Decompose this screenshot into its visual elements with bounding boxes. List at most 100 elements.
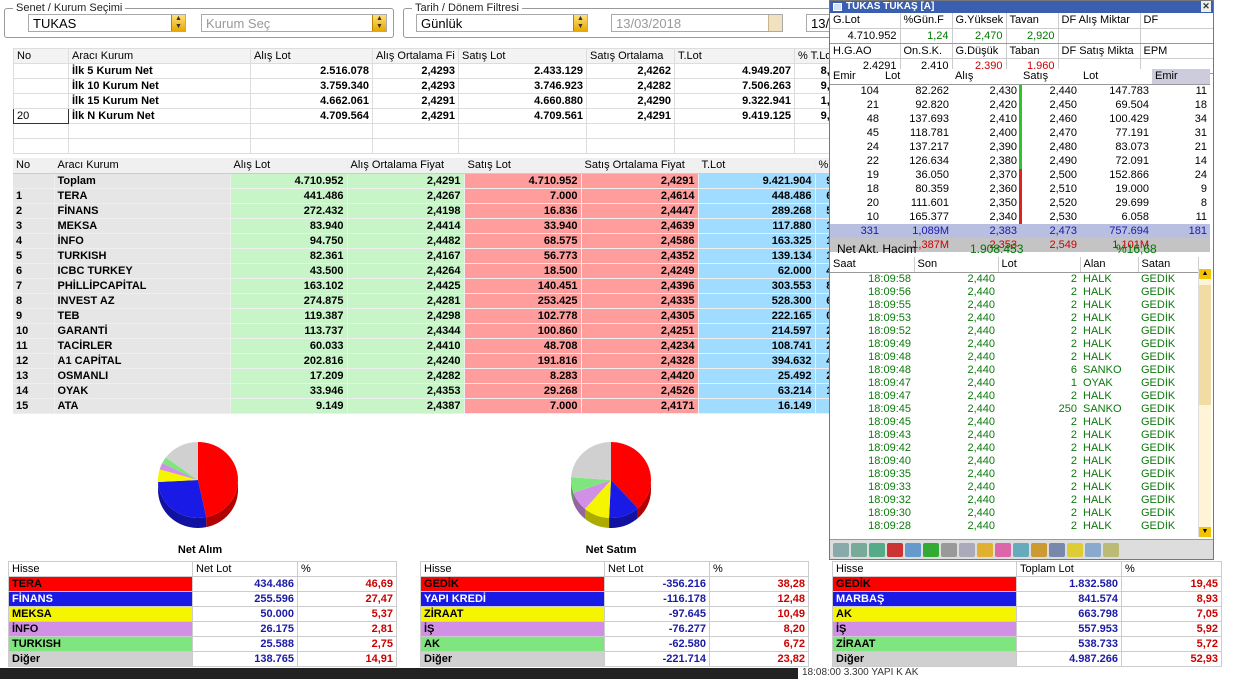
row-no[interactable] <box>13 93 69 109</box>
ob-row[interactable]: 19 36.050 2,370 2,500 152.866 24 <box>830 168 1210 182</box>
stock-row[interactable]: Diğer 4.987.266 52,93 <box>832 651 1222 667</box>
kurum-select[interactable]: Kurum Seç ▲ ▼ <box>201 14 387 32</box>
broker-row[interactable]: 14OYAK33.9462,435329.2682,452663.2141,2 <box>13 383 846 399</box>
stock-row[interactable]: Diğer 138.765 14,91 <box>8 651 397 667</box>
trade-row[interactable]: 18:09:48 2,440 2 HALK GEDİK <box>830 351 1198 364</box>
col-header[interactable]: Satış Ortalama Fiyat <box>581 158 699 174</box>
trades-header[interactable]: Saat <box>830 257 915 273</box>
ob-header[interactable]: Alış <box>952 69 1020 85</box>
document-icon[interactable] <box>941 542 957 557</box>
trade-row[interactable]: 18:09:45 2,440 2 HALK GEDİK <box>830 416 1198 429</box>
ob-header[interactable]: Emir <box>1152 69 1210 85</box>
stock-row[interactable]: İNFO 26.175 2,81 <box>8 621 397 637</box>
col-header[interactable]: Satış Lot <box>458 48 587 64</box>
trade-row[interactable]: 18:09:56 2,440 2 HALK GEDİK <box>830 286 1198 299</box>
tools-icon[interactable] <box>1031 542 1047 557</box>
pie-slice-5[interactable] <box>571 442 611 480</box>
user-icon[interactable] <box>1085 542 1101 557</box>
col-header[interactable]: Aracı Kurum <box>68 48 251 64</box>
ob-row[interactable]: 10 165.377 2,340 2,530 6.058 11 <box>830 210 1210 224</box>
m-icon[interactable] <box>887 542 903 557</box>
trades-header[interactable]: Alan <box>1080 257 1139 273</box>
chevron-down-icon[interactable]: ▲ ▼ <box>372 15 386 31</box>
broker-row[interactable]: 9TEB119.3872,4298102.7782,4305222.1650,8 <box>13 308 846 324</box>
chart-icon[interactable] <box>833 542 849 557</box>
col-header[interactable]: T.Lot <box>674 48 795 64</box>
depth-title-bar[interactable]: TUKAS TUKAŞ [A] ✕ <box>830 1 1213 13</box>
up-arrow-icon[interactable] <box>923 542 939 557</box>
ob-header[interactable]: Lot <box>1080 69 1152 85</box>
total-row[interactable]: Toplam 4.710.952 2,4291 4.710.952 2,4291 9.42… <box>13 173 846 189</box>
broker-row[interactable]: 5TURKISH82.3612,416756.7732,4352139.1341… <box>13 248 846 264</box>
stock-row[interactable]: GEDİK -356.216 38,28 <box>420 576 809 592</box>
stock-row[interactable]: MEKSA 50.000 5,37 <box>8 606 397 622</box>
orbit-icon[interactable] <box>1013 542 1029 557</box>
stripes-icon[interactable] <box>1067 542 1083 557</box>
broker-row[interactable]: 3MEKSA83.9402,441433.9402,4639117.8801,2 <box>13 218 846 234</box>
ob-row[interactable]: 45 118.781 2,400 2,470 77.191 31 <box>830 126 1210 140</box>
trade-row[interactable]: 18:09:55 2,440 2 HALK GEDİK <box>830 299 1198 312</box>
trade-row[interactable]: 18:09:58 2,440 2 HALK GEDİK <box>830 272 1198 286</box>
summary-row[interactable]: İlk 10 Kurum Net 3.759.340 2,4293 3.746.923… <box>13 78 846 94</box>
trade-row[interactable]: 18:09:53 2,440 2 HALK GEDİK <box>830 312 1198 325</box>
ob-header[interactable]: Satış <box>1020 69 1080 85</box>
col-header[interactable]: Alış Ortalama Fi <box>372 48 459 64</box>
stock-row[interactable]: Diğer -221.714 23,82 <box>420 651 809 667</box>
close-icon[interactable]: ✕ <box>1201 1 1211 12</box>
col-header[interactable]: Alış Lot <box>250 48 373 64</box>
period-select[interactable]: Günlük ▲ ▼ <box>416 14 588 32</box>
col-header[interactable]: Satış Lot <box>464 158 582 174</box>
stock-row[interactable]: ZİRAAT 538.733 5,72 <box>832 636 1222 652</box>
scroll-thumb[interactable] <box>1199 285 1211 405</box>
col-header[interactable]: Hisse <box>832 561 1017 577</box>
stock-row[interactable]: TURKISH 25.588 2,75 <box>8 636 397 652</box>
broker-row[interactable]: 1TERA441.4862,42677.0002,4614448.4866,4 <box>13 188 846 204</box>
trades-header[interactable]: Satan <box>1138 257 1199 273</box>
col-header[interactable]: Toplam Lot <box>1016 561 1122 577</box>
col-header[interactable]: Aracı Kurum <box>54 158 231 174</box>
col-header[interactable]: % <box>709 561 809 577</box>
ob-row[interactable]: 24 137.217 2,390 2,480 83.073 21 <box>830 140 1210 154</box>
stock-row[interactable]: FİNANS 255.596 27,47 <box>8 591 397 607</box>
trade-row[interactable]: 18:09:28 2,440 2 HALK GEDİK <box>830 520 1198 533</box>
row-no[interactable]: 20 <box>13 108 69 124</box>
col-header[interactable]: Satış Ortalama <box>586 48 675 64</box>
col-header[interactable]: Alış Lot <box>230 158 348 174</box>
ob-header[interactable]: Lot <box>882 69 952 85</box>
broker-row[interactable]: 2FİNANS272.4322,419816.8362,4447289.2685… <box>13 203 846 219</box>
group-icon[interactable] <box>869 542 885 557</box>
stock-row[interactable]: MARBAŞ 841.574 8,93 <box>832 591 1222 607</box>
summary-row[interactable]: 20 İlk N Kurum Net 4.709.564 2,4291 4.709.56… <box>13 108 846 124</box>
summary-row[interactable]: İlk 15 Kurum Net 4.662.061 2,4291 4.660.880… <box>13 93 846 109</box>
broker-row[interactable]: 10 GARANTİ 113.737 2,4344 100.860 2,4251 214.5… <box>13 323 846 339</box>
col-header[interactable]: % <box>297 561 397 577</box>
chevron-down-icon[interactable]: ▲ ▼ <box>573 15 587 31</box>
stock-row[interactable]: İŞ 557.953 5,92 <box>832 621 1222 637</box>
date-picker[interactable]: 13/03/2018 <box>611 14 783 32</box>
summary-row[interactable]: İlk 5 Kurum Net 2.516.078 2,4293 2.433.129 2… <box>13 63 846 79</box>
col-header[interactable]: Hisse <box>420 561 605 577</box>
trade-row[interactable]: 18:09:30 2,440 2 HALK GEDİK <box>830 507 1198 520</box>
ob-row[interactable]: 20 111.601 2,350 2,520 29.699 8 <box>830 196 1210 210</box>
broker-row[interactable]: 8 INVEST AZ 274.875 2,4281 253.425 2,4335 528.… <box>13 293 846 309</box>
broker-row[interactable]: 4İNFO94.7502,448268.5752,4586163.3251,3 <box>13 233 846 249</box>
ob-row[interactable]: 22 126.634 2,380 2,490 72.091 14 <box>830 154 1210 168</box>
chevron-down-icon[interactable]: ▲ ▼ <box>171 15 185 31</box>
stock-row[interactable]: ZİRAAT -97.645 10,49 <box>420 606 809 622</box>
stock-row[interactable]: AK 663.798 7,05 <box>832 606 1222 622</box>
broker-row[interactable]: 6 ICBC TURKEY 43.500 2,4264 18.500 2,4249 62.0… <box>13 263 846 279</box>
trade-row[interactable]: 18:09:47 2,440 1 OYAK GEDİK <box>830 377 1198 390</box>
trade-row[interactable]: 18:09:42 2,440 2 HALK GEDİK <box>830 442 1198 455</box>
trades-header[interactable]: Lot <box>998 257 1081 273</box>
trades-header[interactable]: Son <box>914 257 999 273</box>
edit-icon[interactable] <box>1103 542 1119 557</box>
trade-row[interactable]: 18:09:43 2,440 2 HALK GEDİK <box>830 429 1198 442</box>
trade-row[interactable]: 18:09:47 2,440 2 HALK GEDİK <box>830 390 1198 403</box>
refresh-icon[interactable] <box>905 542 921 557</box>
row-no[interactable] <box>13 78 69 94</box>
trades-scrollbar[interactable]: ▲ ▼ <box>1198 269 1211 537</box>
trade-row[interactable]: 18:09:45 2,440 250 SANKO GEDİK <box>830 403 1198 416</box>
stock-row[interactable]: TERA 434.486 46,69 <box>8 576 397 592</box>
ob-row[interactable]: 48 137.693 2,410 2,460 100.429 34 <box>830 112 1210 126</box>
scroll-down-icon[interactable]: ▼ <box>1199 527 1211 537</box>
